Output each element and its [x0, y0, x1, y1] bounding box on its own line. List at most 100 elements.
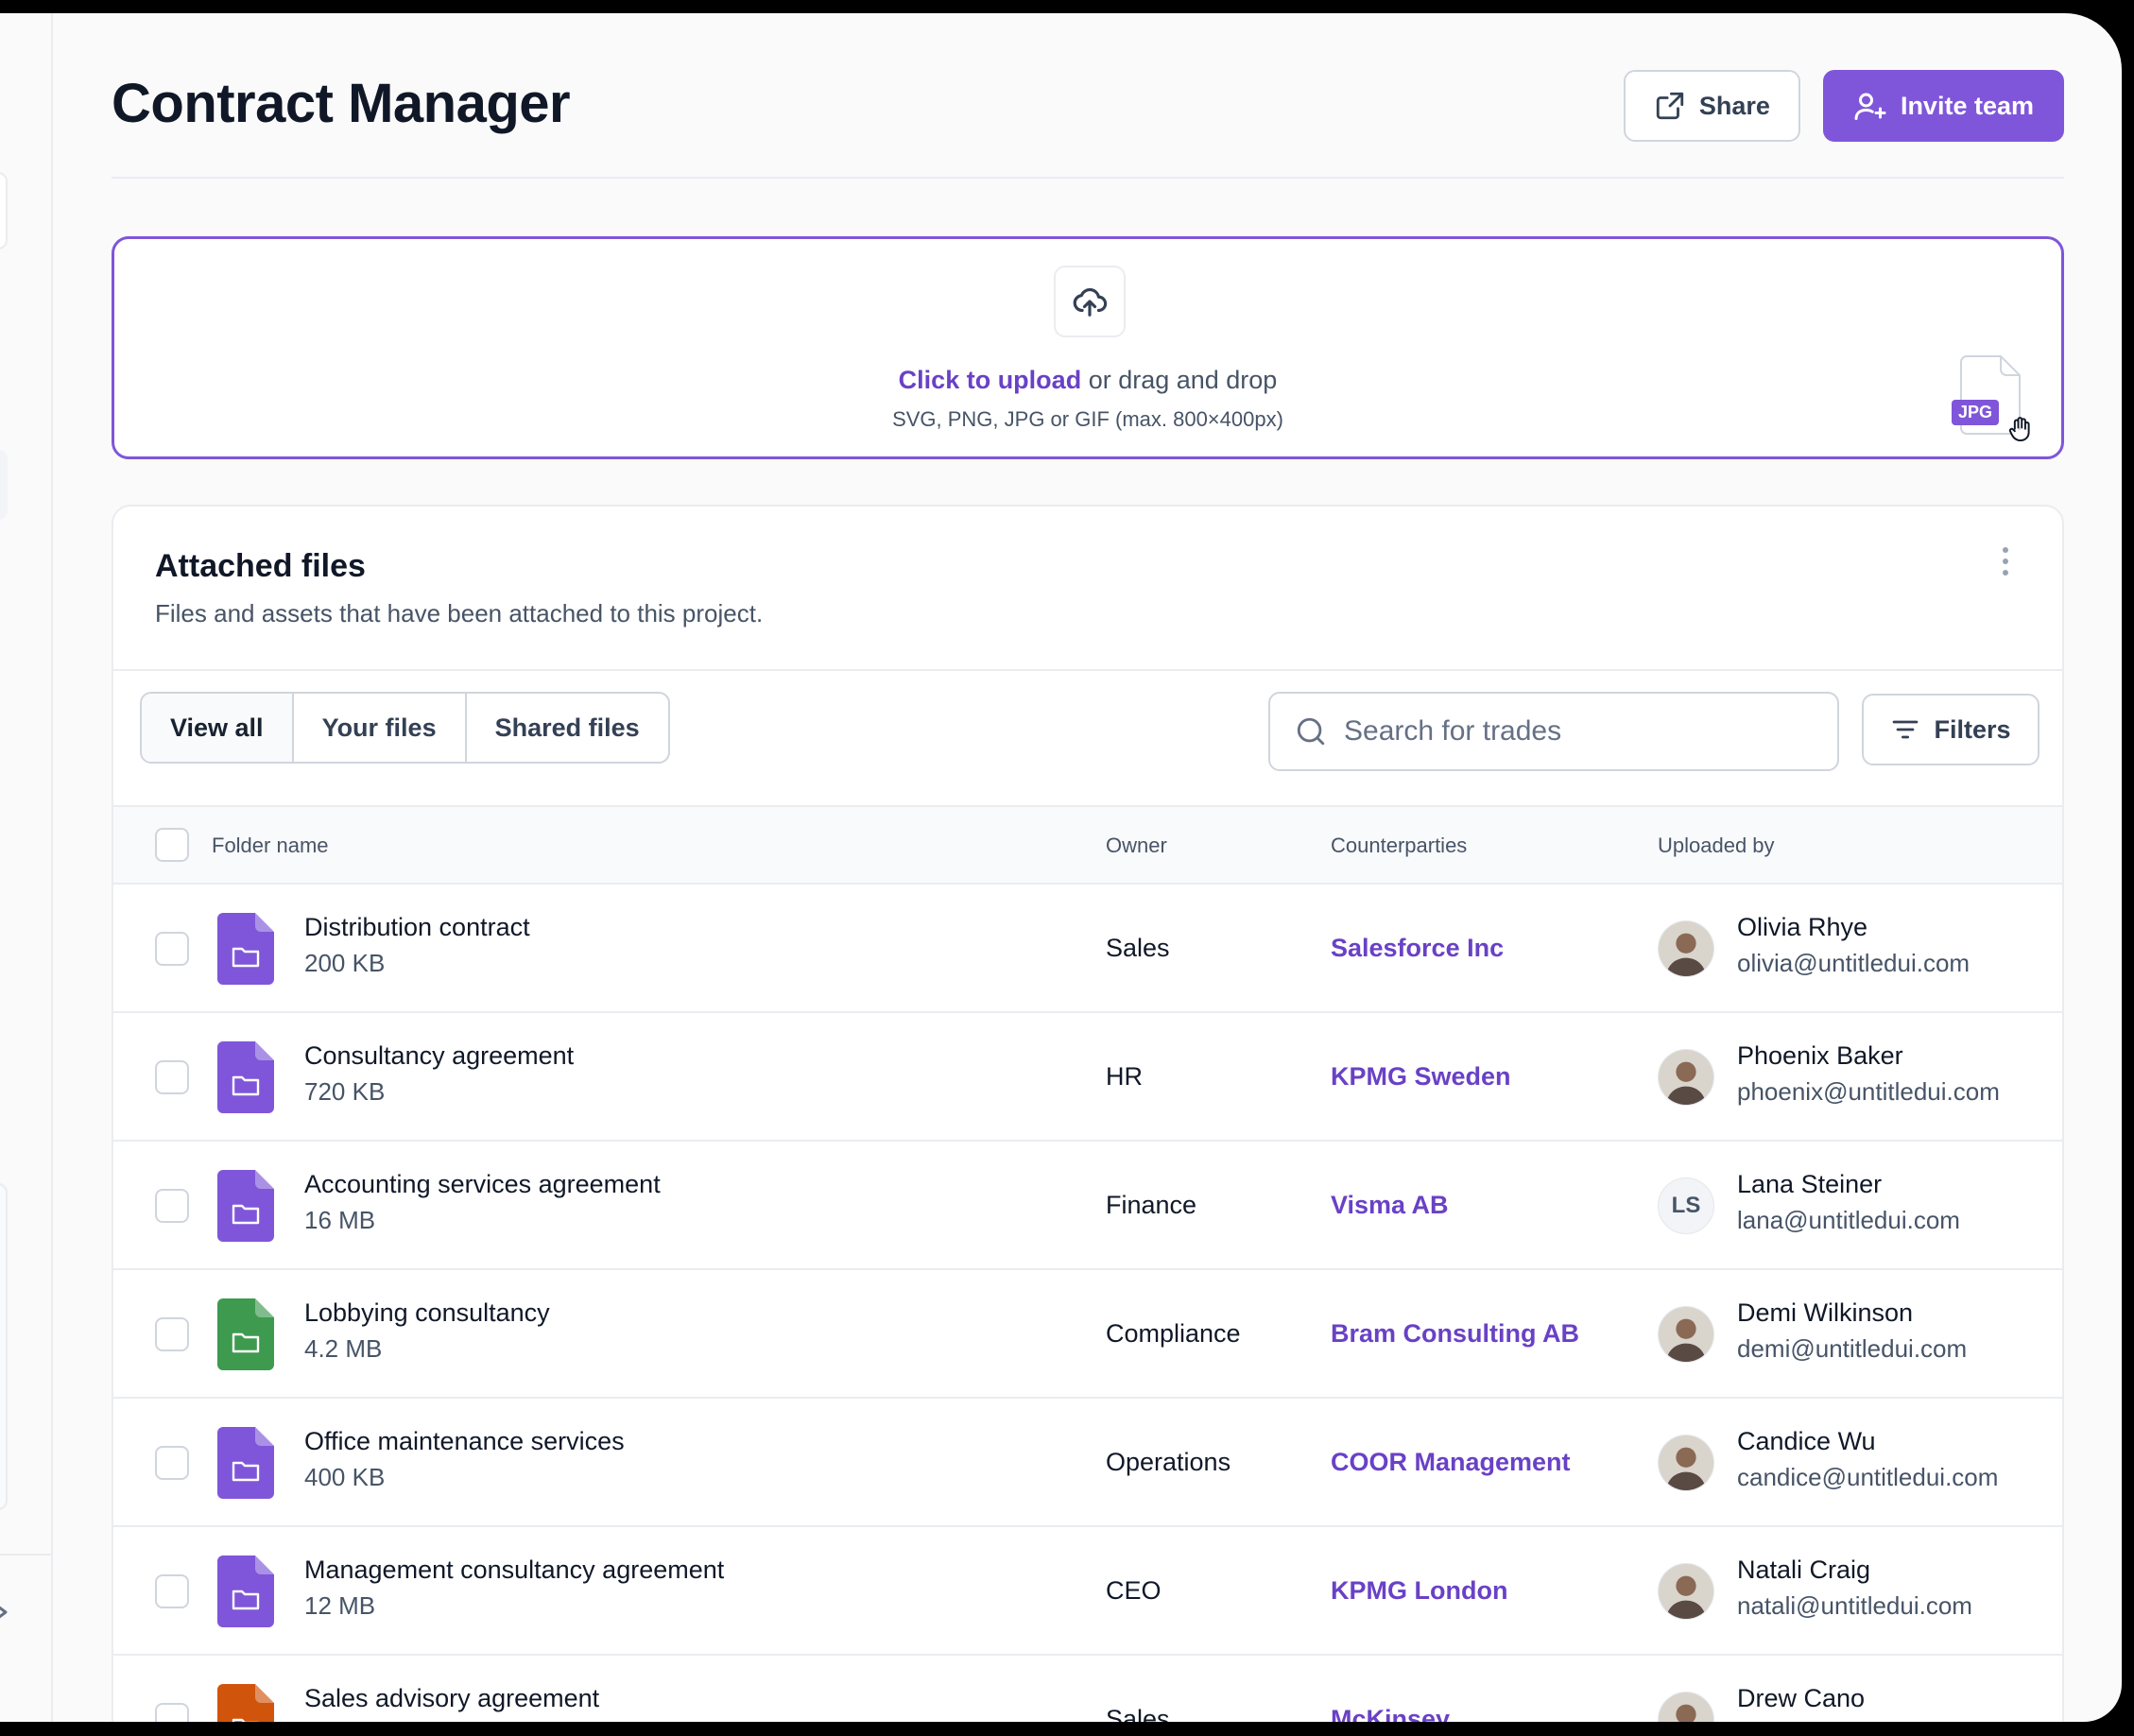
file-name[interactable]: Accounting services agreement	[304, 1170, 661, 1199]
counterparty-link[interactable]: McKinsey	[1331, 1705, 1450, 1722]
share-button[interactable]: Share	[1623, 70, 1800, 142]
table-row[interactable]: Sales advisory agreement 18.6 MB Sales M…	[113, 1656, 2062, 1722]
folder-file-icon	[217, 1427, 274, 1499]
avatar	[1658, 1563, 1714, 1620]
click-to-upload-link[interactable]: Click to upload	[899, 366, 1082, 394]
card-divider	[113, 669, 2062, 671]
uploader-email: demi@untitledui.com	[1737, 1334, 1968, 1363]
counterparty-link[interactable]: COOR Management	[1331, 1448, 1571, 1477]
uploader-email: natali@untitledui.com	[1737, 1591, 1972, 1620]
upload-cloud-icon	[1073, 288, 1108, 317]
sidebar-divider	[0, 1554, 53, 1556]
table-row[interactable]: Accounting services agreement 16 MB Fina…	[113, 1142, 2062, 1270]
table-row[interactable]: Management consultancy agreement 12 MB C…	[113, 1527, 2062, 1656]
file-name[interactable]: Lobbying consultancy	[304, 1298, 550, 1328]
filters-button[interactable]: Filters	[1862, 694, 2039, 765]
sidebar-card	[0, 1183, 8, 1510]
invite-label: Invite team	[1900, 91, 2034, 120]
uploader-name: Demi Wilkinson	[1737, 1298, 1914, 1327]
row-checkbox[interactable]	[155, 1446, 189, 1480]
file-size: 16 MB	[304, 1206, 376, 1234]
row-checkbox[interactable]	[155, 932, 189, 966]
uploader-email: drew@untitledui.com	[1737, 1720, 1967, 1722]
tab-view-all[interactable]: View all	[142, 694, 294, 762]
table-row[interactable]: Consultancy agreement 720 KB HR KPMG Swe…	[113, 1013, 2062, 1142]
tab-shared-files[interactable]: Shared files	[467, 694, 668, 762]
counterparty-link[interactable]: KPMG Sweden	[1331, 1062, 1511, 1091]
sidebar-active-item[interactable]	[0, 450, 8, 520]
avatar-photo-icon	[1659, 1435, 1713, 1490]
folder-file-icon	[217, 1684, 274, 1722]
owner-cell: Operations	[1106, 1448, 1231, 1476]
counterparty-link[interactable]: Visma AB	[1331, 1191, 1449, 1220]
file-name[interactable]: Management consultancy agreement	[304, 1556, 724, 1585]
folder-file-icon	[217, 1556, 274, 1627]
file-upload-dropzone[interactable]: Click to upload or drag and drop SVG, PN…	[112, 236, 2064, 459]
row-checkbox[interactable]	[155, 1189, 189, 1223]
table-header: Folder name Owner Counterparties Uploade…	[113, 805, 2062, 885]
owner-cell: Finance	[1106, 1191, 1197, 1219]
jpg-badge: JPG	[1952, 400, 2000, 425]
row-checkbox[interactable]	[155, 1060, 189, 1094]
page-title: Contract Manager	[112, 73, 571, 134]
filters-label: Filters	[1934, 714, 2011, 744]
table-body: Distribution contract 200 KB Sales Sales…	[113, 885, 2062, 1722]
upload-hint: SVG, PNG, JPG or GIF (max. 800×400px)	[892, 407, 1283, 431]
more-vertical-icon[interactable]	[2000, 542, 2011, 580]
folder-file-icon	[217, 1041, 274, 1113]
table-row[interactable]: Office maintenance services 400 KB Opera…	[113, 1399, 2062, 1527]
avatar: LS	[1658, 1177, 1714, 1234]
col-uploaded-by[interactable]: Uploaded by	[1658, 834, 1775, 858]
row-checkbox[interactable]	[155, 1317, 189, 1351]
search-icon	[1297, 717, 1325, 746]
file-size: 720 KB	[304, 1077, 386, 1106]
uploader-email: olivia@untitledui.com	[1737, 949, 1971, 977]
col-folder-name[interactable]: Folder name	[212, 834, 329, 858]
avatar	[1658, 1049, 1714, 1106]
file-size: 4.2 MB	[304, 1334, 383, 1363]
row-checkbox[interactable]	[155, 1574, 189, 1608]
uploader-name: Candice Wu	[1737, 1427, 1876, 1455]
file-name[interactable]: Sales advisory agreement	[304, 1684, 599, 1713]
table-row[interactable]: Distribution contract 200 KB Sales Sales…	[113, 885, 2062, 1013]
sidebar	[0, 13, 53, 1722]
owner-cell: Sales	[1106, 934, 1170, 962]
search-box[interactable]	[1268, 692, 1839, 771]
owner-cell: Sales	[1106, 1705, 1170, 1722]
col-counterparties[interactable]: Counterparties	[1331, 834, 1467, 858]
owner-cell: Compliance	[1106, 1319, 1241, 1348]
header-actions: Share Invite team	[1623, 70, 2064, 142]
avatar-photo-icon	[1659, 921, 1713, 976]
col-owner[interactable]: Owner	[1106, 834, 1167, 858]
user-plus-icon	[1854, 93, 1886, 120]
tab-your-files[interactable]: Your files	[294, 694, 467, 762]
sidebar-search-box[interactable]	[0, 172, 8, 249]
counterparty-link[interactable]: KPMG London	[1331, 1576, 1507, 1606]
search-input[interactable]	[1344, 715, 1779, 748]
invite-team-button[interactable]: Invite team	[1822, 70, 2064, 142]
upload-icon-box	[1054, 266, 1126, 337]
header-divider	[112, 177, 2064, 179]
row-checkbox[interactable]	[155, 1703, 189, 1722]
avatar-photo-icon	[1659, 1693, 1713, 1722]
avatar	[1658, 920, 1714, 977]
select-all-checkbox[interactable]	[155, 828, 189, 862]
file-name[interactable]: Consultancy agreement	[304, 1041, 574, 1071]
file-size: 12 MB	[304, 1591, 376, 1620]
uploader-name: Natali Craig	[1737, 1556, 1871, 1584]
table-row[interactable]: Lobbying consultancy 4.2 MB Compliance B…	[113, 1270, 2062, 1399]
counterparty-link[interactable]: Salesforce Inc	[1331, 934, 1504, 963]
uploader-name: Drew Cano	[1737, 1684, 1866, 1712]
upload-instructions: Click to upload or drag and drop	[114, 366, 2061, 395]
file-name[interactable]: Distribution contract	[304, 913, 530, 942]
uploader-email: lana@untitledui.com	[1737, 1206, 1960, 1234]
owner-cell: HR	[1106, 1062, 1143, 1091]
grab-cursor-icon	[2008, 417, 2030, 442]
counterparty-link[interactable]: Bram Consulting AB	[1331, 1319, 1579, 1349]
uploader-email: candice@untitledui.com	[1737, 1463, 1999, 1491]
folder-file-icon	[217, 1170, 274, 1242]
avatar-photo-icon	[1659, 1564, 1713, 1619]
file-name[interactable]: Office maintenance services	[304, 1427, 625, 1456]
logout-icon[interactable]	[0, 1601, 13, 1624]
owner-cell: CEO	[1106, 1576, 1162, 1605]
